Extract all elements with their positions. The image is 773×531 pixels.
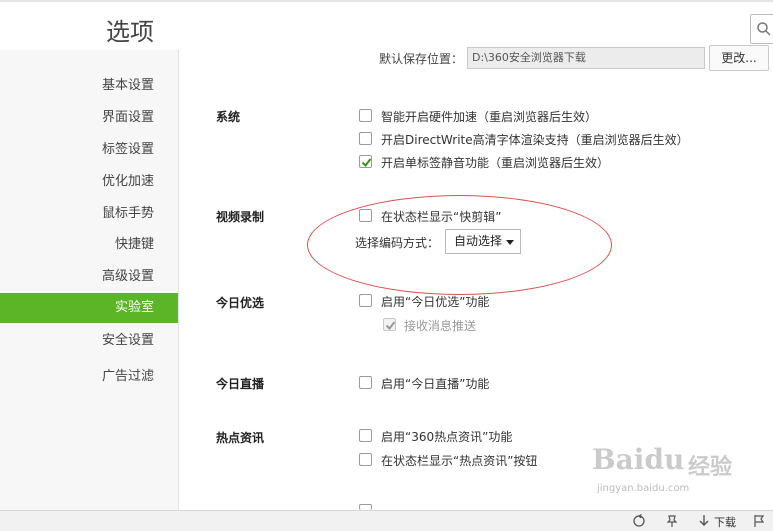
search-box[interactable] (750, 14, 773, 44)
today-pick-checkbox[interactable] (359, 294, 372, 307)
today-live-checkbox[interactable] (359, 376, 372, 389)
directwrite-checkbox[interactable] (359, 132, 372, 145)
hot-news-label: 启用“360热点资讯”功能 (381, 430, 513, 444)
sidebar: 基本设置 界面设置 标签设置 优化加速 鼠标手势 快捷键 高级设置 实验室 安全… (0, 50, 179, 510)
show-clip-checkbox[interactable] (359, 209, 372, 222)
encode-method-select[interactable]: 自动选择 (445, 229, 521, 254)
today-pick-label: 启用“今日优选”功能 (381, 295, 490, 309)
tab-mute-checkbox[interactable] (359, 155, 372, 168)
checkmark-icon (385, 321, 396, 331)
sidebar-item-adblock[interactable]: 广告过滤 (0, 362, 178, 392)
today-live-label: 启用“今日直播”功能 (381, 377, 490, 391)
sidebar-item-shortcuts[interactable]: 快捷键 (0, 230, 178, 260)
hot-news-button-checkbox[interactable] (359, 453, 372, 466)
page-title: 选项 (106, 18, 154, 46)
sidebar-item-basic[interactable]: 基本设置 (0, 71, 178, 101)
section-title-today-live: 今日直播 (216, 377, 265, 391)
status-bar: 下载 (0, 510, 773, 531)
hot-news-button-label: 在状态栏显示“热点资讯”按钮 (381, 454, 538, 468)
tab-mute-label: 开启单标签静音功能（重启浏览器后生效） (381, 156, 610, 170)
save-path-field[interactable]: D:\360安全浏览器下载 (467, 47, 705, 69)
search-icon (757, 22, 771, 36)
sidebar-item-gestures[interactable]: 鼠标手势 (0, 199, 178, 229)
section-title-today-pick: 今日优选 (216, 296, 265, 310)
show-clip-label: 在状态栏显示“快剪辑” (381, 210, 502, 224)
sidebar-item-advanced[interactable]: 高级设置 (0, 262, 178, 292)
sidebar-item-lab[interactable]: 实验室 (0, 293, 178, 323)
push-checkbox[interactable] (383, 318, 396, 331)
sidebar-item-tabs[interactable]: 标签设置 (0, 135, 178, 165)
download-icon[interactable] (697, 514, 711, 528)
hardware-accel-checkbox[interactable] (359, 109, 372, 122)
section-title-system: 系统 (216, 110, 241, 124)
header: 选项 (0, 2, 773, 50)
hot-news-checkbox[interactable] (359, 429, 372, 442)
save-location-label: 默认保存位置： (379, 52, 464, 66)
pin-icon[interactable] (665, 514, 679, 528)
flag-icon[interactable] (752, 514, 766, 528)
section-title-video: 视频录制 (216, 210, 265, 224)
sidebar-item-security[interactable]: 安全设置 (0, 326, 178, 356)
push-label: 接收消息推送 (404, 319, 477, 333)
refresh-icon[interactable] (632, 514, 646, 528)
hardware-accel-label: 智能开启硬件加速（重启浏览器后生效） (381, 110, 598, 124)
download-label[interactable]: 下载 (714, 514, 736, 530)
directwrite-label: 开启DirectWrite高清字体渲染支持（重启浏览器后生效） (381, 133, 689, 147)
change-path-button[interactable]: 更改... (709, 45, 769, 71)
encode-method-label: 选择编码方式： (355, 236, 440, 250)
settings-panel: 默认保存位置： D:\360安全浏览器下载 更改... 系统 智能开启硬件加速（… (179, 45, 773, 510)
chevron-down-icon (506, 240, 514, 245)
sidebar-item-optimize[interactable]: 优化加速 (0, 167, 178, 197)
checkmark-icon (361, 158, 372, 168)
encode-method-value: 自动选择 (454, 234, 503, 248)
sidebar-item-interface[interactable]: 界面设置 (0, 103, 178, 133)
section-title-hot-news: 热点资讯 (216, 431, 265, 445)
